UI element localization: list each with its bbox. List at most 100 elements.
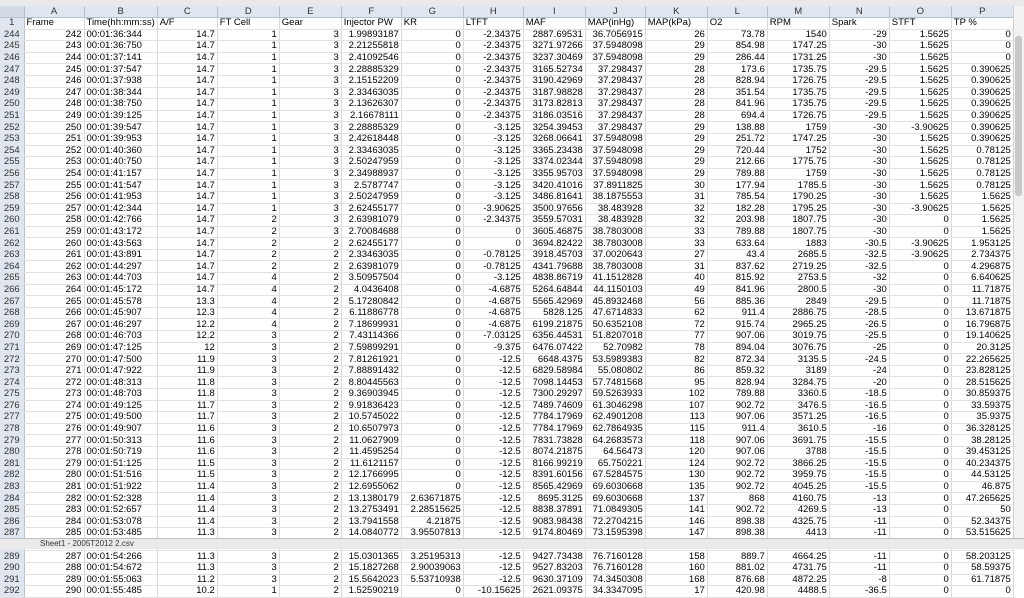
table-cell[interactable]: 4341.79688 [523, 260, 586, 274]
table-cell[interactable]: 277 [24, 434, 85, 447]
table-cell[interactable]: 9527.83203 [523, 562, 586, 575]
table-cell[interactable]: -0.78125 [463, 260, 524, 274]
table-cell[interactable]: 0 [401, 376, 464, 389]
table-cell[interactable]: 203.98 [707, 214, 768, 227]
table-cell[interactable]: 3 [279, 40, 342, 53]
column-header-c[interactable]: C [157, 6, 218, 18]
table-cell[interactable]: 3691.75 [767, 434, 830, 447]
table-cell[interactable]: 14.7 [157, 179, 218, 192]
table-cell[interactable]: 1.5625 [951, 203, 1014, 216]
column-title-cell[interactable]: STFT [889, 17, 952, 30]
table-cell[interactable]: 173.6 [707, 63, 768, 76]
table-cell[interactable]: 0 [401, 330, 464, 343]
table-cell[interactable]: 2719.25 [767, 260, 830, 274]
table-cell[interactable]: 30.859375 [951, 388, 1014, 401]
table-cell[interactable]: 6.640625 [951, 272, 1014, 285]
table-cell[interactable]: 00:01:52:328 [84, 492, 158, 505]
table-cell[interactable]: 00:01:54:672 [84, 562, 158, 575]
table-cell[interactable]: -13 [829, 504, 890, 517]
table-cell[interactable]: 14.7 [157, 63, 218, 76]
row-number[interactable]: 266 [0, 284, 25, 297]
table-cell[interactable]: 13.1380179 [341, 492, 402, 505]
table-cell[interactable]: -2.34375 [463, 75, 524, 88]
table-cell[interactable]: 2 [279, 423, 342, 436]
table-cell[interactable]: 00:01:48:313 [84, 376, 158, 389]
table-cell[interactable]: 859.32 [707, 365, 768, 378]
table-cell[interactable]: -8 [829, 574, 890, 587]
table-cell[interactable]: 0 [401, 237, 464, 250]
table-cell[interactable]: 2 [279, 411, 342, 424]
table-cell[interactable]: 50 [951, 504, 1014, 517]
row-number[interactable]: 263 [0, 249, 25, 262]
table-cell[interactable]: 255 [24, 179, 85, 192]
table-cell[interactable]: 0 [889, 504, 952, 517]
table-cell[interactable]: 0 [889, 376, 952, 389]
table-cell[interactable]: 2 [279, 237, 342, 250]
table-cell[interactable]: 2 [217, 237, 280, 250]
table-cell[interactable]: -15.5 [829, 458, 890, 471]
table-cell[interactable]: 30 [645, 179, 708, 192]
table-cell[interactable]: 120 [645, 446, 708, 459]
table-cell[interactable]: 274 [24, 400, 85, 413]
table-cell[interactable]: 2 [279, 388, 342, 401]
table-cell[interactable]: 244 [24, 52, 85, 65]
table-cell[interactable]: 00:01:41:953 [84, 191, 158, 204]
table-cell[interactable]: 138.88 [707, 121, 768, 134]
row-number[interactable]: 290 [0, 562, 25, 575]
table-cell[interactable]: 29 [645, 156, 708, 169]
table-cell[interactable]: 32 [645, 203, 708, 216]
table-cell[interactable]: 2 [279, 400, 342, 413]
table-cell[interactable]: 2849 [767, 295, 830, 308]
table-cell[interactable]: 789.88 [707, 226, 768, 239]
table-cell[interactable]: 1775.75 [767, 156, 830, 169]
table-cell[interactable]: 0 [401, 353, 464, 366]
table-cell[interactable]: 902.72 [707, 481, 768, 494]
table-cell[interactable]: 4269.5 [767, 504, 830, 517]
column-header-f[interactable]: F [341, 6, 402, 18]
table-cell[interactable]: 3.25195313 [401, 550, 464, 563]
table-cell[interactable]: 113 [645, 411, 708, 424]
table-cell[interactable]: 14.7 [157, 168, 218, 181]
column-header-g[interactable]: G [401, 6, 464, 18]
table-cell[interactable]: 0.78125 [951, 168, 1014, 181]
table-cell[interactable]: 3186.03516 [523, 110, 586, 123]
row-number[interactable]: 285 [0, 504, 25, 517]
table-cell[interactable]: 1759 [767, 168, 830, 181]
table-cell[interactable]: -12.5 [463, 376, 524, 389]
table-cell[interactable]: 2 [279, 504, 342, 517]
table-cell[interactable]: -29 [829, 29, 890, 42]
table-cell[interactable]: 1 [217, 121, 280, 134]
table-cell[interactable]: 0 [889, 562, 952, 575]
column-header-n[interactable]: N [829, 6, 890, 18]
table-cell[interactable]: 2 [279, 260, 342, 274]
table-cell[interactable]: 37.5948098 [585, 133, 646, 146]
table-cell[interactable]: 3918.45703 [523, 249, 586, 262]
table-cell[interactable]: 282 [24, 492, 85, 505]
table-cell[interactable]: 37.298437 [585, 121, 646, 134]
table-cell[interactable]: 00:01:37:547 [84, 63, 158, 76]
row-number[interactable]: 277 [0, 411, 25, 424]
table-cell[interactable]: 2 [279, 376, 342, 389]
table-cell[interactable]: 0 [889, 284, 952, 297]
table-cell[interactable]: 0 [401, 145, 464, 158]
table-cell[interactable]: -11 [829, 516, 890, 529]
table-cell[interactable]: 0 [401, 168, 464, 181]
table-cell[interactable]: 76.7160128 [585, 550, 646, 563]
table-cell[interactable]: 12.2 [157, 318, 218, 332]
table-cell[interactable]: 254 [24, 168, 85, 181]
table-cell[interactable]: -12.5 [463, 504, 524, 517]
table-cell[interactable]: -11 [829, 550, 890, 563]
column-header-e[interactable]: E [279, 6, 342, 18]
table-cell[interactable]: 2 [279, 469, 342, 482]
table-cell[interactable]: 0 [889, 295, 952, 308]
row-number[interactable]: 289 [0, 550, 25, 563]
table-cell[interactable]: 3365.23438 [523, 145, 586, 158]
table-cell[interactable]: 3355.95703 [523, 168, 586, 181]
table-cell[interactable]: 3 [217, 376, 280, 389]
table-cell[interactable]: 2 [279, 318, 342, 332]
table-cell[interactable]: 3 [217, 562, 280, 575]
table-cell[interactable]: 0.390625 [951, 63, 1014, 76]
table-cell[interactable]: 0 [889, 330, 952, 343]
table-cell[interactable]: 1.5625 [889, 29, 952, 42]
table-cell[interactable]: 6648.4375 [523, 353, 586, 366]
